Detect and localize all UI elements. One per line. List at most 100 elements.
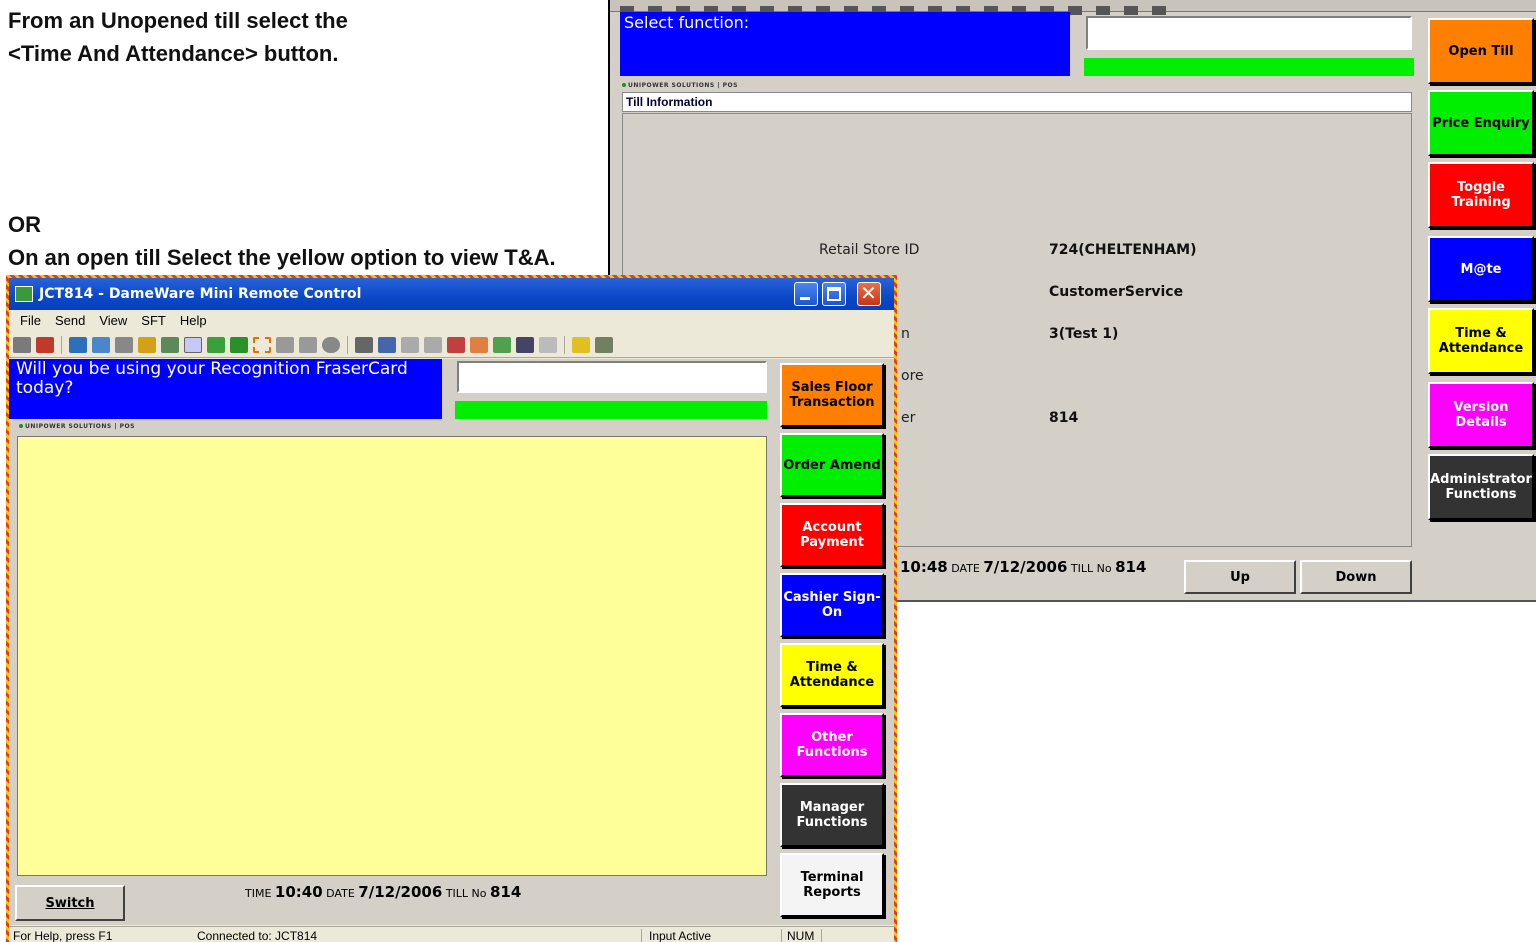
instruction-or: OR <box>8 212 41 237</box>
close-button[interactable]: ✕ <box>857 281 881 306</box>
window-title: JCT814 - DameWare Mini Remote Control <box>39 286 362 302</box>
entry-field[interactable] <box>1086 16 1412 50</box>
order-amend-button[interactable]: Order Amend <box>780 433 884 497</box>
zoom-icon[interactable] <box>378 336 396 353</box>
prompt-text: Will you be using your Recognition Frase… <box>16 359 408 398</box>
print-icon[interactable] <box>355 336 373 353</box>
entry-field[interactable] <box>457 361 767 393</box>
network-green-icon[interactable] <box>493 336 511 353</box>
progress-bar <box>1084 58 1414 76</box>
status-till: 814 <box>490 883 522 901</box>
dameware-window-border: JCT814 - DameWare Mini Remote Control ✕ … <box>6 275 897 942</box>
info-label-number: er <box>901 410 916 426</box>
disconnect-icon[interactable] <box>36 336 54 353</box>
network-2-icon[interactable] <box>424 336 442 353</box>
toggle-training-button[interactable]: Toggle Training <box>1428 162 1534 228</box>
up-button[interactable]: Up <box>1184 560 1296 594</box>
instruction-line-2: <Time And Attendance> button. <box>8 41 339 66</box>
screen-icon[interactable] <box>161 336 179 353</box>
maximize-button[interactable] <box>822 282 846 306</box>
menu-view[interactable]: View <box>92 311 134 331</box>
manager-functions-button[interactable]: Manager Functions <box>780 783 884 847</box>
sales-floor-transaction-button[interactable]: Sales Floor Transaction <box>780 363 884 427</box>
app-icon <box>15 286 33 302</box>
fit-window-icon[interactable] <box>92 336 110 353</box>
instruction-line-1: From an Unopened till select the <box>8 8 348 33</box>
prompt-area: Select function: <box>620 12 1070 76</box>
menu-sft[interactable]: SFT <box>134 311 173 331</box>
maximize-icon <box>827 287 841 301</box>
other-functions-button[interactable]: Other Functions <box>780 713 884 777</box>
keyboard-icon[interactable] <box>115 336 133 353</box>
status-num: NUM <box>787 929 815 942</box>
cursor-icon[interactable] <box>207 336 225 353</box>
select-icon[interactable] <box>253 336 271 353</box>
status-divider <box>781 929 782 942</box>
status-till: 814 <box>1115 558 1147 576</box>
status-till-label: TILL No <box>1070 562 1112 575</box>
menu-help[interactable]: Help <box>173 311 214 331</box>
check-icon[interactable] <box>184 336 202 353</box>
view-icon[interactable] <box>276 336 294 353</box>
menu-file[interactable]: File <box>13 311 48 331</box>
font-icon[interactable] <box>539 336 557 353</box>
toolbar-separator <box>347 335 348 354</box>
minimize-icon <box>800 297 810 300</box>
terminal-reports-button[interactable]: Terminal Reports <box>780 853 884 917</box>
down-button[interactable]: Down <box>1300 560 1412 594</box>
vendor-logo: UNIPOWER SOLUTIONS | POS <box>19 423 135 430</box>
info-value-role: CustomerService <box>1049 284 1184 300</box>
fullscreen-icon[interactable] <box>69 336 87 353</box>
status-time: 10:48 <box>900 558 948 576</box>
network-orange-icon[interactable] <box>470 336 488 353</box>
menu-send[interactable]: Send <box>48 311 92 331</box>
close-icon: ✕ <box>860 281 877 305</box>
status-help: For Help, press F1 <box>13 929 113 942</box>
mate-button[interactable]: M@te <box>1428 236 1534 302</box>
status-input: Input Active <box>649 929 712 942</box>
time-attendance-button[interactable]: Time & Attendance <box>780 643 884 707</box>
info-value-number: 814 <box>1049 410 1079 426</box>
network-icon[interactable] <box>401 336 419 353</box>
window-title-bar[interactable]: JCT814 - DameWare Mini Remote Control ✕ <box>9 278 894 310</box>
status-connected: Connected to: JCT814 <box>197 929 318 942</box>
till-status-line: TIME 10:40 DATE 7/12/2006 TILL No 814 <box>245 883 521 901</box>
status-divider <box>641 929 642 942</box>
status-date-label: DATE <box>326 887 355 900</box>
info-value-store: 724(CHELTENHAM) <box>1049 242 1197 258</box>
till-information-header: Till Information <box>622 92 1412 112</box>
open-till-button[interactable]: Open Till <box>1428 18 1534 84</box>
version-details-button[interactable]: Version Details <box>1428 382 1534 448</box>
view-2-icon[interactable] <box>299 336 317 353</box>
status-time-label: TIME <box>245 887 272 900</box>
status-bar: For Help, press F1 Connected to: JCT814 … <box>9 926 894 942</box>
switch-button[interactable]: Switch <box>15 885 125 921</box>
prompt-text: Select function: <box>624 13 750 32</box>
help-icon[interactable] <box>572 336 590 353</box>
administrator-functions-button[interactable]: Administrator Functions <box>1428 454 1534 520</box>
lock-icon[interactable] <box>138 336 156 353</box>
bar-icon[interactable] <box>516 336 534 353</box>
status-time: 10:40 <box>274 883 323 901</box>
account-payment-button[interactable]: Account Payment <box>780 503 884 567</box>
network-red-icon[interactable] <box>447 336 465 353</box>
settings-icon[interactable] <box>595 336 613 353</box>
connect-icon[interactable] <box>13 336 31 353</box>
toolbar-separator <box>564 335 565 354</box>
cursor-r-icon[interactable] <box>230 336 248 353</box>
dameware-window: JCT814 - DameWare Mini Remote Control ✕ … <box>9 278 894 942</box>
prompt-area: Will you be using your Recognition Frase… <box>9 359 442 419</box>
record-icon[interactable] <box>322 336 340 353</box>
info-label-location: n <box>901 326 910 342</box>
status-date: 7/12/2006 <box>983 558 1068 576</box>
status-divider <box>821 929 822 942</box>
toolbar-separator <box>61 335 62 354</box>
cashier-sign-on-button[interactable]: Cashier Sign-On <box>780 573 884 637</box>
info-label-store-2: ore <box>901 368 924 384</box>
vendor-logo: UNIPOWER SOLUTIONS | POS <box>622 82 738 89</box>
status-till-label: TILL No <box>445 887 487 900</box>
minimize-button[interactable] <box>794 282 818 306</box>
price-enquiry-button[interactable]: Price Enquiry <box>1428 90 1534 156</box>
yellow-display-panel <box>17 436 767 876</box>
time-attendance-button-unopened[interactable]: Time & Attendance <box>1428 308 1534 374</box>
